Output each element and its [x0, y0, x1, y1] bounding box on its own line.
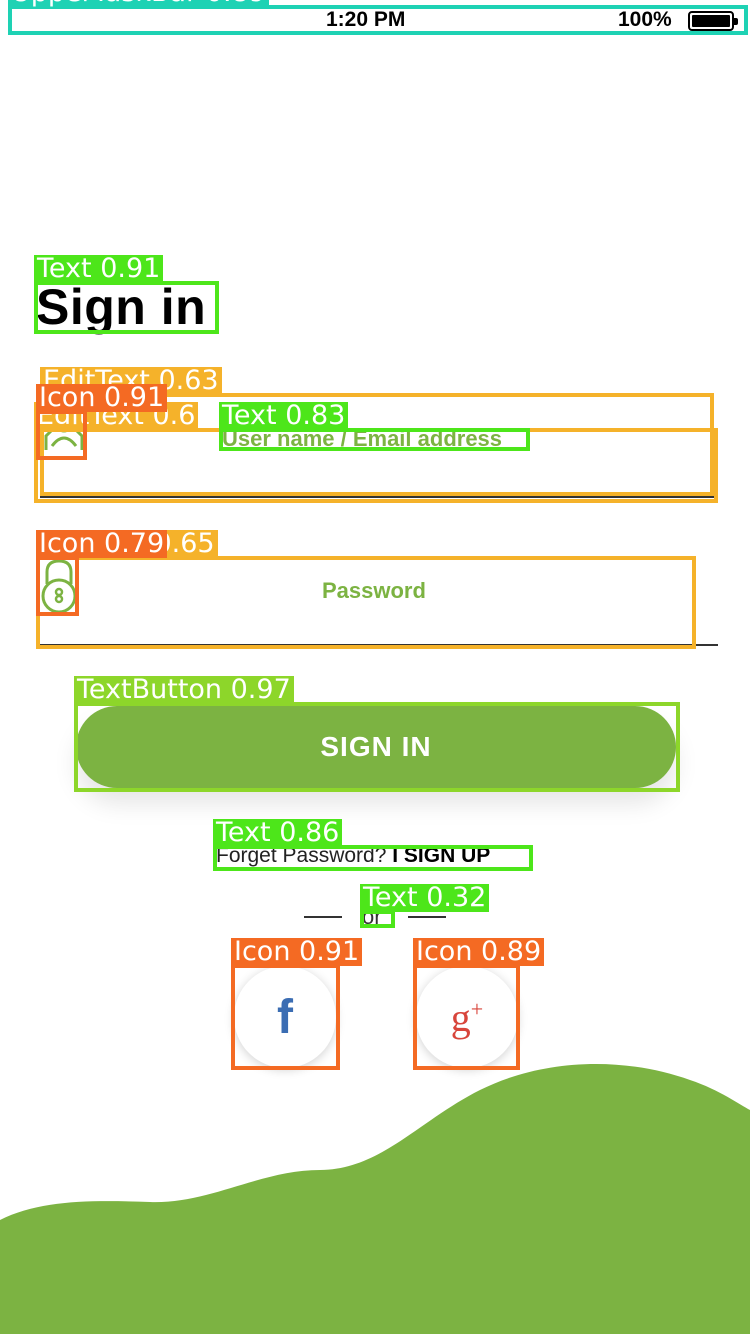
- username-underline: [40, 496, 716, 498]
- battery-percent: 100%: [618, 8, 672, 31]
- password-underline: [36, 644, 718, 646]
- facebook-icon: f: [277, 990, 293, 1044]
- status-time: 1:20 PM: [326, 8, 406, 31]
- detection-label: Text 0.86: [213, 819, 343, 847]
- sign-up-link[interactable]: I SIGN UP: [392, 844, 490, 867]
- battery-icon: [688, 11, 738, 31]
- user-icon: [42, 406, 86, 454]
- detection-label: EditText 0.63: [40, 367, 222, 395]
- username-field[interactable]: User name / Email address: [40, 398, 712, 492]
- username-placeholder: User name / Email address: [222, 426, 503, 451]
- sign-in-screen: 1:20 PM 100% Sign in User name / Email a…: [0, 0, 750, 1334]
- google-plus-login-button[interactable]: g+: [416, 966, 518, 1068]
- password-placeholder: Password: [322, 578, 426, 603]
- google-plus-icon: g+: [450, 994, 484, 1040]
- detection-label: EditText 0.65: [36, 530, 218, 558]
- forgot-password-link[interactable]: Forget Password?: [216, 844, 392, 867]
- forgot-password-row: Forget Password? I SIGN UP: [216, 844, 490, 868]
- detection-label: Icon 0.89: [413, 938, 545, 966]
- detection-label: TextButton 0.97: [74, 676, 294, 704]
- facebook-login-button[interactable]: f: [234, 966, 336, 1068]
- decorative-wave: [0, 1063, 750, 1334]
- sign-in-button[interactable]: SIGN IN: [76, 706, 676, 788]
- or-divider-right: [408, 916, 446, 918]
- detection-label: Icon 0.79: [36, 530, 168, 558]
- status-bar: 1:20 PM 100%: [0, 0, 750, 40]
- or-text: or: [362, 904, 382, 929]
- detection-label: Icon 0.91: [231, 938, 363, 966]
- password-field[interactable]: Password: [36, 556, 698, 644]
- or-divider-left: [304, 916, 342, 918]
- lock-icon: [38, 558, 80, 616]
- page-title: Sign in: [36, 279, 207, 335]
